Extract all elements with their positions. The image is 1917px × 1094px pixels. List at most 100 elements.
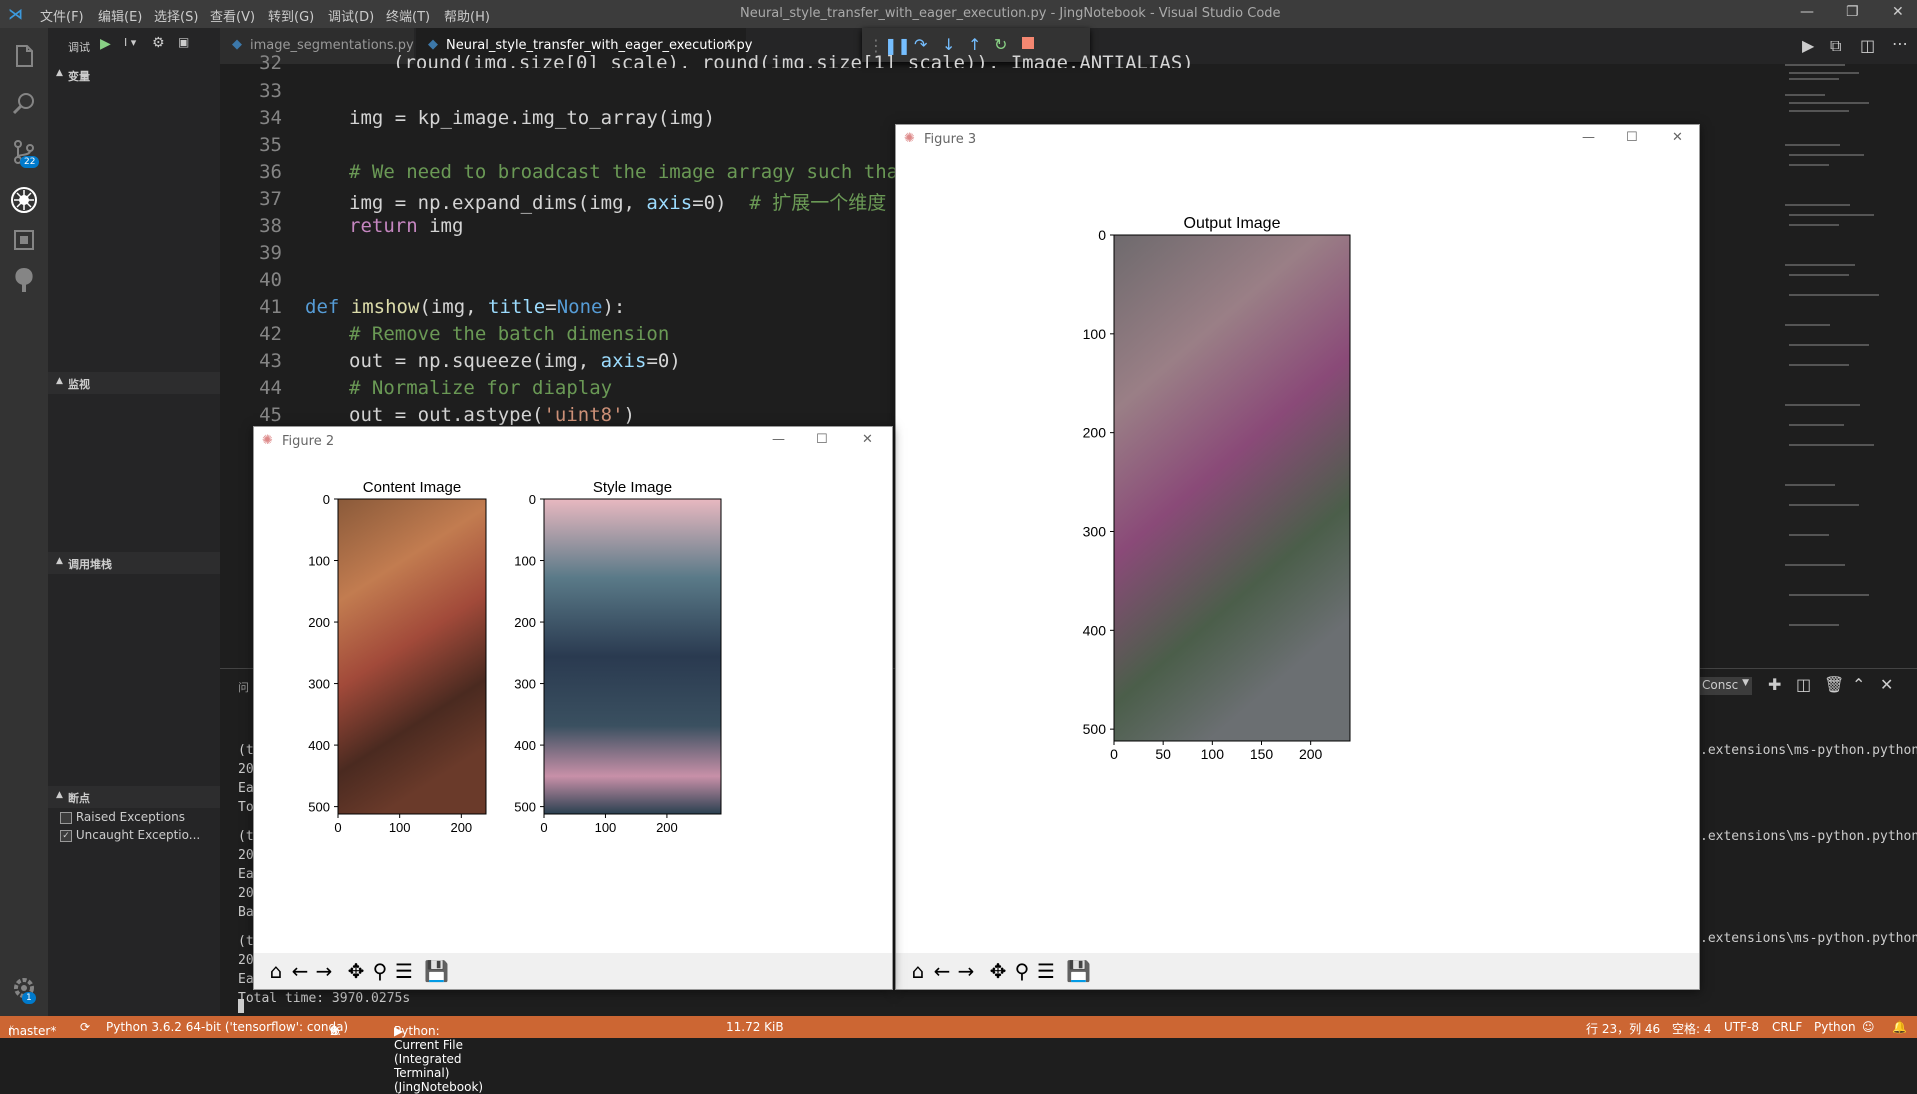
style-image-axes: Style Image 0 100 200 0 100 200 300 400 500 [514,479,722,835]
split-terminal-icon[interactable]: ◫ [1796,675,1811,694]
menu-file[interactable]: 文件(F) [40,6,84,25]
debug-console-icon[interactable]: ▣ [178,35,189,49]
compare-icon[interactable]: ⧉ [1830,36,1841,56]
y-tick-label: 500 [308,800,330,815]
maximize-icon[interactable]: ☐ [816,432,828,447]
maximize-panel-icon[interactable]: ⌃ [1852,675,1865,694]
bell-icon[interactable]: 🔔 [1892,1020,1907,1034]
sync-icon[interactable]: ⟳ [80,1020,90,1034]
tree-icon[interactable] [8,264,40,296]
y-tick-label: 500 [514,800,536,815]
configure-subplots-icon[interactable]: ☰ [1034,959,1058,983]
menu-help[interactable]: 帮助(H) [444,6,490,25]
menu-selection[interactable]: 选择(S) [154,6,198,25]
eol-status[interactable]: CRLF [1772,1020,1802,1034]
save-icon[interactable]: 💾 [1066,959,1091,983]
chevron-down-icon: ▼ [1742,678,1749,688]
close-icon[interactable]: ✕ [1892,4,1904,20]
more-actions-icon[interactable]: ⋯ [1892,34,1908,53]
variables-section-header[interactable]: ▲ 变量 [48,64,220,86]
status-bar: ᚴ master* ⟳ Python 3.6.2 64-bit ('tensor… [0,1016,1917,1094]
menu-terminal[interactable]: 终端(T) [386,6,430,25]
line-number: 45 [259,404,282,426]
configure-subplots-icon[interactable]: ☰ [392,959,416,983]
back-icon[interactable]: ← [930,959,954,983]
interpreter-status[interactable]: Python 3.6.2 64-bit ('tensorflow': conda… [106,1020,348,1034]
minimize-icon[interactable]: — [1800,4,1814,20]
trash-icon[interactable]: 🗑 [1824,675,1844,694]
minimize-icon[interactable]: — [772,432,785,447]
menu-goto[interactable]: 转到(G) [268,6,314,25]
breakpoint-item[interactable]: Raised Exceptions [60,810,185,824]
pan-icon[interactable]: ✥ [986,959,1010,983]
console-select[interactable]: Consc ▼ [1698,677,1752,695]
y-tick-label: 200 [308,615,330,630]
home-icon[interactable]: ⌂ [264,959,288,983]
stop-icon[interactable] [1022,37,1034,49]
chevron-down-icon: ▲ [56,376,63,386]
encoding-status[interactable]: UTF-8 [1724,1020,1759,1034]
home-icon[interactable]: ⌂ [906,959,930,983]
x-tick-label: 200 [450,820,472,835]
line-number: 39 [259,242,282,264]
search-icon[interactable] [8,88,40,120]
callstack-label: 调用堆栈 [68,558,112,571]
menu-view[interactable]: 查看(V) [210,6,255,25]
line-number: 42 [259,323,282,345]
save-icon[interactable]: 💾 [424,959,449,983]
debug-icon[interactable] [8,184,40,216]
gear-icon[interactable]: ⚙ [152,35,165,51]
start-debug-icon[interactable]: ▶ [100,36,111,52]
breakpoints-section-header[interactable]: ▲ 断点 [48,786,220,808]
problems-tab[interactable]: 问 [238,679,249,695]
menu-edit[interactable]: 编辑(E) [98,6,142,25]
code-token: = [545,296,557,318]
close-panel-icon[interactable]: ✕ [1880,675,1893,694]
code-line: # Remove the batch dimension [349,323,670,345]
line-number: 32 [259,52,282,74]
y-tick-label: 100 [308,554,330,569]
figure2-plot: Content Image 0 100 200 0 100 200 300 400 500 Sty… [308,479,722,835]
close-icon[interactable]: ✕ [862,432,873,447]
pan-icon[interactable]: ✥ [344,959,368,983]
watch-section-header[interactable]: ▲ 监视 [48,372,220,394]
zoom-icon[interactable]: ⚲ [1010,959,1034,983]
run-icon[interactable]: ▶ [1802,36,1814,55]
config-dropdown-icon[interactable]: I ▾ [124,36,136,49]
image-heatmap [1113,234,1351,742]
minimap[interactable] [1785,64,1905,664]
close-tab-icon[interactable]: ✕ [726,37,737,52]
menu-debug[interactable]: 调试(D) [328,6,374,25]
checkbox[interactable] [60,811,72,824]
restore-icon[interactable]: ❐ [1846,4,1859,20]
minimize-icon[interactable]: — [1582,130,1595,145]
forward-icon[interactable]: → [312,959,336,983]
cursor-position-status[interactable]: 行 23，列 46 [1586,1020,1660,1037]
figure3-plot: Output Image 0 50 100 150 200 0 100 200 300 400 500 [1083,215,1351,762]
matplotlib-logo-icon: ✺ [904,131,915,146]
code-line: def imshow(img, title=None): [305,296,625,318]
y-tick-label: 400 [1083,622,1107,638]
zoom-icon[interactable]: ⚲ [368,959,392,983]
maximize-icon[interactable]: ☐ [1626,130,1638,145]
back-icon[interactable]: ← [288,959,312,983]
explorer-icon[interactable] [8,40,40,72]
extensions-icon[interactable] [8,224,40,256]
split-editor-icon[interactable]: ◫ [1860,36,1875,55]
code-line: out = out.astype('uint8') [349,404,635,426]
smiley-icon[interactable]: ☺ [1862,1020,1875,1034]
line-number: 41 [259,296,282,318]
indent-status[interactable]: 空格: 4 [1672,1020,1712,1037]
forward-icon[interactable]: → [954,959,978,983]
checkbox-checked[interactable]: ✓ [60,829,72,842]
code-line: out = np.squeeze(img, axis=0) [349,350,681,372]
callstack-section-header[interactable]: ▲ 调用堆栈 [48,552,220,574]
image-heatmap [543,498,722,815]
x-tick-label: 150 [1250,746,1274,762]
add-icon[interactable]: ✚ [1768,675,1781,694]
x-tick-label: 200 [656,820,678,835]
code-token: out = np.squeeze(img, [349,350,601,372]
language-status[interactable]: Python [1814,1020,1856,1034]
close-icon[interactable]: ✕ [1672,130,1683,145]
breakpoint-item[interactable]: ✓ Uncaught Exceptio... [60,828,200,842]
